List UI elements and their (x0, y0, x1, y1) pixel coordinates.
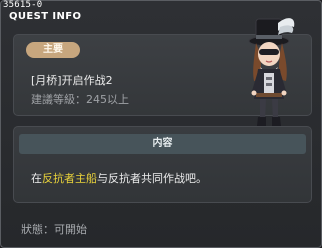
status-value: 可開始 (54, 223, 87, 236)
quest-recommended-level: 建議等級：245以上 (31, 93, 129, 106)
status-label: 狀態： (21, 223, 54, 236)
quest-header-panel: 主要 [月桥]开启作战2 建議等級：245以上 (13, 18, 312, 126)
content-text: 在反抗者主船与反抗者共同作战吧。 (31, 170, 207, 186)
content-text-after: 与反抗者共同作战吧。 (97, 172, 207, 185)
quest-info-window: 35615-0 QUEST INFO 主要 [月桥]开启作战2 建議等級：245… (0, 0, 322, 248)
quest-content-panel: 内容 在反抗者主船与反抗者共同作战吧。 (13, 126, 312, 203)
window-title: QUEST INFO (9, 11, 82, 22)
quest-status: 狀態：可開始 (21, 221, 87, 237)
window-id: 35615-0 (3, 0, 43, 10)
quest-type-badge: 主要 (26, 42, 80, 58)
quest-name: [月桥]开启作战2 (31, 74, 113, 87)
content-highlight-link[interactable]: 反抗者主船 (42, 172, 97, 185)
content-header: 内容 (19, 134, 306, 154)
npc-portrait-icon (248, 18, 295, 126)
content-text-before: 在 (31, 172, 42, 185)
